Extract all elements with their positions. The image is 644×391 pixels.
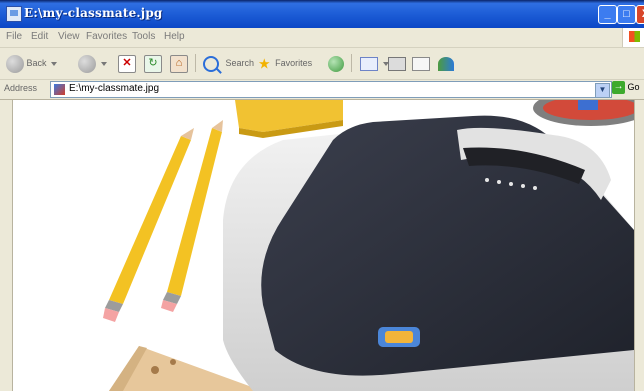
address-input[interactable]: E:\my-classmate.jpg ▼ [50,81,612,98]
mail-icon [360,56,378,71]
window-icon [6,6,22,22]
search-button[interactable]: Search [203,52,254,74]
favorites-star-icon: ★ [258,55,271,72]
browser-window: E:\my-classmate.jpg _ □ X File Edit View… [0,0,644,391]
pencil-cup [533,100,634,126]
menu-tools[interactable]: Tools [132,31,155,42]
search-icon [203,55,219,72]
pencil-right [161,120,223,312]
forward-dropdown-icon[interactable] [100,61,107,66]
address-value: E:\my-classmate.jpg [69,83,160,94]
close-button[interactable]: X [636,5,644,24]
edit-icon [412,56,430,71]
menu-view[interactable]: View [58,31,80,42]
go-button[interactable]: → Go [612,81,642,97]
forward-arrow-icon [78,54,96,73]
windows-logo-icon [622,28,644,47]
back-dropdown-icon[interactable] [51,61,58,66]
content-area [0,100,644,391]
favorites-label: Favorites [275,58,313,68]
messenger-button[interactable] [438,52,454,74]
edit-button[interactable] [412,52,430,74]
menu-favorites[interactable]: Favorites [86,31,127,42]
title-bar: E:\my-classmate.jpg _ □ X [0,0,644,28]
menu-help[interactable]: Help [164,31,185,42]
address-label: Address [4,83,38,93]
menu-edit[interactable]: Edit [31,31,48,42]
back-button[interactable]: Back [6,52,58,74]
vertical-scrollbar[interactable] [634,100,644,391]
left-frame [0,100,13,391]
print-button[interactable] [388,52,406,74]
laptop [223,115,634,391]
favorites-button[interactable]: ★ Favorites [258,52,312,74]
minimize-button[interactable]: _ [598,5,617,24]
go-arrow-icon: → [612,81,625,94]
home-icon: ⌂ [170,54,188,73]
print-icon [388,56,406,71]
stop-icon: ✕ [118,54,136,73]
mail-button[interactable] [360,52,389,74]
stop-button[interactable]: ✕ [118,52,136,74]
back-label: Back [26,58,47,68]
address-bar: Address E:\my-classmate.jpg ▼ → Go [0,80,644,100]
displayed-image [103,100,634,391]
back-arrow-icon [6,54,24,73]
address-dropdown-icon[interactable]: ▼ [595,83,610,98]
go-label: Go [627,81,640,92]
refresh-button[interactable]: ↻ [144,52,162,74]
media-button[interactable] [328,52,344,74]
menu-file[interactable]: File [6,31,22,42]
menu-bar: File Edit View Favorites Tools Help [0,28,644,48]
forward-button[interactable] [78,52,107,74]
media-icon [328,55,344,72]
refresh-icon: ↻ [144,54,162,73]
home-button[interactable]: ⌂ [170,52,188,74]
search-label: Search [225,58,255,68]
page-icon [54,84,65,95]
toolbar: Back ✕ ↻ ⌂ Search ★ Favorites [0,48,644,80]
messenger-icon [438,56,454,71]
toolbar-separator [351,54,352,72]
window-title: E:\my-classmate.jpg [24,6,163,20]
maximize-button[interactable]: □ [617,5,636,24]
yellow-book [235,100,343,138]
toolbar-separator [195,54,196,72]
